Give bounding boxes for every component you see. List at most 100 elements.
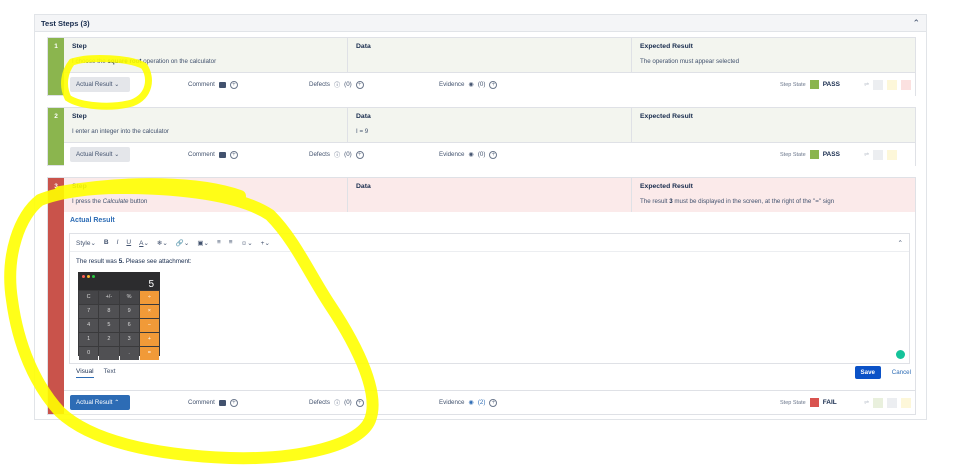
image-icon[interactable]: ▣⌄ [197,239,209,247]
add-comment-icon[interactable]: + [229,150,238,159]
defects-control[interactable]: Defects ⓘ (0) + [309,80,364,89]
editor-toolbar: Style⌄ B I U A⌄ ❄⌄ 🔗⌄ ▣⌄ ≡ ≡ ☺⌄ +⌄ ⌃ [70,234,909,252]
state-todo-button[interactable] [887,397,898,408]
evidence-control[interactable]: Evidence ◉ (2) + [439,398,498,407]
add-evidence-icon[interactable]: + [489,398,498,407]
calculator-key: +/- [99,291,119,304]
step-number: 2 [48,108,64,165]
comment-control[interactable]: Comment + [188,80,238,89]
state-pass-button[interactable] [873,397,884,408]
add-defect-icon[interactable]: + [355,398,364,407]
step-column: Step I choose the square root operation … [64,38,348,72]
step-toolbar: Actual Result ⌃ Comment + Defects ⓘ (0) + Ev… [64,390,915,414]
calculator-key: % [119,291,139,304]
add-evidence-icon[interactable]: + [489,150,498,159]
calculator-key: 7 [79,305,99,318]
cancel-button[interactable]: Cancel [892,369,911,376]
info-icon: ⓘ [333,82,341,89]
actual-result-button[interactable]: Actual Result ⌃ [70,395,130,410]
add-comment-icon[interactable]: + [229,398,238,407]
state-todo-button[interactable] [873,79,884,90]
numbered-list-icon[interactable]: ≡ [229,239,233,246]
calculator-key: 6 [119,319,139,332]
quick-state-buttons[interactable]: ⇌ [864,149,898,160]
bullet-list-icon[interactable]: ≡ [217,239,221,246]
add-defect-icon[interactable]: + [355,80,364,89]
step-state-control[interactable]: Step State PASS [780,150,840,159]
style-dropdown[interactable]: Style⌄ [76,239,96,247]
editor-content[interactable]: The result was 5. Please see attachment: [70,252,909,271]
add-comment-icon[interactable]: + [229,80,238,89]
actual-result-button[interactable]: Actual Result ⌄ [70,147,130,162]
chevron-down-icon: ⌄ [114,81,120,88]
step-toolbar: Actual Result ⌄ Comment + Defects ⓘ (0) + Ev… [64,72,915,96]
link-icon[interactable]: 🔗⌄ [176,239,190,247]
evidence-control[interactable]: Evidence ◉ (0) + [439,80,498,89]
data-column-title: Data [356,43,371,50]
swap-icon[interactable]: ⇌ [864,151,869,158]
state-fail-button[interactable] [901,79,912,90]
eye-icon: ◉ [468,399,474,406]
comment-control[interactable]: Comment + [188,150,238,159]
comment-control[interactable]: Comment + [188,398,238,407]
calculator-key: 0 [79,347,99,360]
underline-button[interactable]: U [126,239,131,246]
state-color-box [809,398,819,407]
calculator-screenshot-attachment: 5 C +/-% ÷ 7 8 9 × 4 5 6−1 2 3 +0. = [78,272,160,360]
add-defect-icon[interactable]: + [355,150,364,159]
calculator-key: 9 [119,305,139,318]
step-grid: Step I enter an integer into the calcula… [64,108,915,142]
calculator-key: 3 [119,333,139,346]
state-executing-button[interactable] [901,397,912,408]
swap-icon[interactable]: ⇌ [864,81,869,88]
calculator-key: ÷ [139,291,159,304]
emoji-icon[interactable]: ☺⌄ [241,239,253,247]
expected-column-title: Expected Result [640,183,693,190]
defects-control[interactable]: Defects ⓘ (0) + [309,150,364,159]
calculator-key: × [139,305,159,318]
add-evidence-icon[interactable]: + [489,80,498,89]
quick-state-buttons[interactable]: ⇌ [864,79,912,90]
italic-button[interactable]: I [117,239,119,246]
step-state-control[interactable]: Step State FAIL [780,398,837,407]
state-todo-button[interactable] [873,149,884,160]
test-step-3: 3 Step I press the Calculate button Data… [47,177,916,415]
info-icon: ⓘ [333,152,341,159]
swap-icon[interactable]: ⇌ [864,399,869,406]
calculator-display: 5 [148,279,154,290]
panel-header[interactable]: Test Steps (3) ⌃ [35,15,926,32]
quick-state-buttons[interactable]: ⇌ [864,397,912,408]
editor-mode-tabs: Visual Text [76,368,116,378]
insert-more-icon[interactable]: +⌄ [261,239,270,247]
expected-column: Expected Result [632,108,915,142]
step-state-control[interactable]: Step State PASS [780,80,840,89]
tab-text[interactable]: Text [104,368,116,378]
data-column-title: Data [356,183,371,190]
grammarly-icon[interactable] [896,350,905,359]
tab-visual[interactable]: Visual [76,368,94,378]
step-column-title: Step [72,113,87,120]
state-executing-button[interactable] [887,79,898,90]
defects-control[interactable]: Defects ⓘ (0) + [309,398,364,407]
evidence-control[interactable]: Evidence ◉ (0) + [439,150,498,159]
save-button[interactable]: Save [854,366,881,379]
step-toolbar: Actual Result ⌄ Comment + Defects ⓘ (0) + Ev… [64,142,915,166]
collapse-toolbar-icon[interactable]: ⌃ [898,239,903,247]
format-icon[interactable]: ❄⌄ [157,239,168,247]
step-grid: Step I press the Calculate button Data E… [64,178,915,212]
rich-text-editor[interactable]: Style⌄ B I U A⌄ ❄⌄ 🔗⌄ ▣⌄ ≡ ≡ ☺⌄ +⌄ ⌃ The… [69,233,910,364]
step-column-title: Step [72,43,87,50]
expected-text: The result 3 must be displayed in the sc… [640,198,835,205]
bold-button[interactable]: B [104,239,109,246]
step-text: I press the Calculate button [72,198,148,205]
text-color-button[interactable]: A⌄ [139,239,149,247]
data-column-title: Data [356,113,371,120]
chevron-down-icon: ⌄ [114,151,120,158]
info-icon: ⓘ [333,400,341,407]
state-executing-button[interactable] [887,149,898,160]
eye-icon: ◉ [468,81,474,88]
comment-icon [218,81,226,88]
actual-result-button[interactable]: Actual Result ⌄ [70,77,130,92]
chevron-up-icon[interactable]: ⌃ [912,18,920,29]
state-color-box [809,80,819,89]
